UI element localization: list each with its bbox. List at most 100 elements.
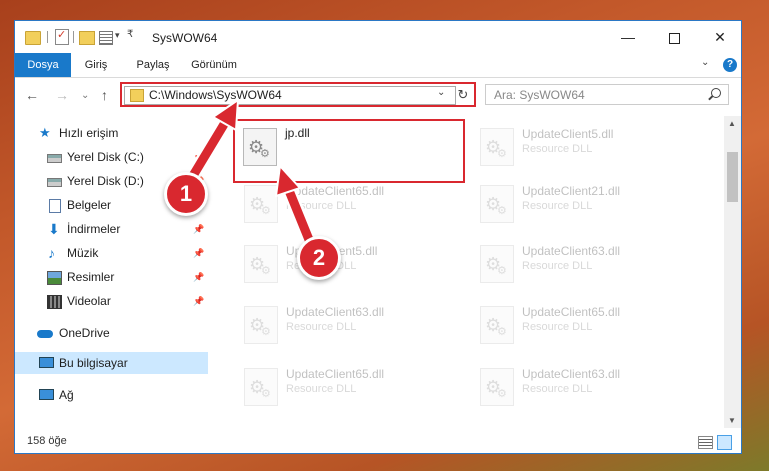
- sidebar-item-label: Belgeler: [67, 198, 112, 212]
- file-item[interactable]: UpdateClient63.dll Resource DLL: [472, 361, 700, 421]
- network-icon: [39, 389, 54, 400]
- file-item[interactable]: UpdateClient5.dll Resource DLL: [236, 238, 464, 298]
- file-type: Resource DLL: [286, 383, 357, 395]
- tab-file[interactable]: Dosya: [15, 53, 71, 77]
- search-icon[interactable]: [711, 88, 721, 98]
- file-type: Resource DLL: [286, 321, 357, 333]
- sidebar-item-quick-access[interactable]: ★ Hızlı erişim: [15, 122, 208, 144]
- ribbon-expand-icon[interactable]: ⌄: [701, 57, 709, 68]
- downloads-icon: ⬇: [48, 221, 60, 237]
- sidebar-item-label: İndirmeler: [67, 222, 121, 236]
- status-bar: 158 öğe: [15, 431, 741, 453]
- dll-file-icon: [480, 306, 514, 344]
- address-path[interactable]: C:\Windows\SysWOW64: [149, 88, 282, 102]
- dll-file-icon: [244, 185, 278, 223]
- tab-view[interactable]: Görünüm: [189, 53, 239, 77]
- explorer-window: ▾ ₹ SysWOW64 — ✕ Dosya Giriş Paylaş Görü…: [14, 20, 742, 454]
- sidebar-item-pictures[interactable]: Resimler 📌: [15, 266, 208, 288]
- sidebar-item-network[interactable]: Ağ: [15, 384, 208, 406]
- videos-icon: [47, 295, 62, 309]
- sidebar-item-label: Yerel Disk (D:): [67, 174, 144, 188]
- sidebar-item-music[interactable]: ♪ Müzik 📌: [15, 242, 208, 264]
- file-name: UpdateClient63.dll: [286, 305, 385, 319]
- up-button[interactable]: ↑: [101, 87, 108, 103]
- computer-icon: [39, 357, 54, 368]
- minimize-button[interactable]: —: [605, 21, 651, 53]
- step-2-callout: 2: [297, 236, 341, 280]
- star-icon: ★: [39, 125, 51, 140]
- sidebar-item-label: Resimler: [67, 270, 115, 284]
- cloud-icon: [37, 330, 53, 338]
- sidebar-item-label: Hızlı erişim: [59, 126, 119, 140]
- chevron-down-icon[interactable]: ⌄: [437, 87, 445, 98]
- sidebar-item-downloads[interactable]: ⬇ İndirmeler 📌: [15, 218, 208, 240]
- search-input[interactable]: Ara: SysWOW64: [485, 84, 729, 105]
- properties-icon[interactable]: [99, 31, 113, 45]
- music-icon: ♪: [48, 245, 55, 261]
- pin-icon[interactable]: 📌: [193, 146, 204, 168]
- file-item[interactable]: UpdateClient65.dll Resource DLL: [472, 299, 700, 359]
- maximize-button[interactable]: [651, 21, 697, 53]
- file-item[interactable]: UpdateClient5.dll Resource DLL: [472, 121, 700, 181]
- address-bar[interactable]: C:\Windows\SysWOW64 ⌄: [124, 86, 456, 105]
- scroll-down-icon[interactable]: ▼: [728, 416, 736, 425]
- file-name: jp.dll: [285, 126, 310, 140]
- tab-share[interactable]: Paylaş: [133, 53, 173, 77]
- sidebar-item-local-disk-c[interactable]: Yerel Disk (C:) 📌: [15, 146, 208, 168]
- file-item[interactable]: UpdateClient65.dll Resource DLL: [236, 361, 464, 421]
- ribbon-tabs: Dosya Giriş Paylaş Görünüm ⌄ ?: [15, 53, 741, 78]
- drive-icon: [47, 154, 62, 163]
- file-type: Resource DLL: [522, 321, 593, 333]
- dll-file-icon: [244, 245, 278, 283]
- documents-icon: [49, 199, 61, 213]
- new-folder-icon[interactable]: [79, 31, 95, 45]
- vertical-scrollbar[interactable]: ▲ ▼: [724, 116, 741, 428]
- chevron-down-icon[interactable]: ▾: [115, 30, 120, 46]
- file-item[interactable]: UpdateClient65.dll Resource DLL: [236, 178, 464, 238]
- window-title: SysWOW64: [152, 31, 218, 45]
- folder-icon: [25, 31, 41, 45]
- details-view-icon[interactable]: [698, 436, 713, 449]
- pin-icon[interactable]: 📌: [193, 242, 204, 264]
- sidebar-item-videos[interactable]: Videolar 📌: [15, 290, 208, 312]
- file-name: UpdateClient5.dll: [522, 127, 614, 141]
- search-placeholder: Ara: SysWOW64: [494, 88, 585, 102]
- dll-file-icon: [244, 368, 278, 406]
- file-type: Resource DLL: [522, 383, 593, 395]
- scroll-up-icon[interactable]: ▲: [728, 119, 736, 128]
- recent-locations-icon[interactable]: ⌄: [81, 90, 89, 101]
- large-icons-view-icon[interactable]: [717, 435, 732, 450]
- customize-toolbar-icon[interactable]: ₹: [127, 29, 133, 45]
- properties-check-icon[interactable]: [55, 28, 69, 45]
- file-item[interactable]: UpdateClient63.dll Resource DLL: [472, 238, 700, 298]
- tab-home[interactable]: Giriş: [81, 53, 111, 77]
- pin-icon[interactable]: 📌: [193, 266, 204, 288]
- forward-button[interactable]: →: [55, 87, 69, 103]
- file-name: UpdateClient65.dll: [286, 367, 385, 381]
- toolbar-separator: [73, 31, 74, 43]
- sidebar-item-label: Videolar: [67, 294, 111, 308]
- folder-icon: [130, 89, 144, 102]
- file-item[interactable]: UpdateClient21.dll Resource DLL: [472, 178, 700, 238]
- title-bar: ▾ ₹ SysWOW64 — ✕: [15, 21, 741, 53]
- dll-file-icon: [244, 306, 278, 344]
- pictures-icon: [47, 271, 62, 285]
- pin-icon[interactable]: 📌: [193, 218, 204, 240]
- pin-icon[interactable]: 📌: [193, 290, 204, 312]
- back-button[interactable]: ←: [25, 87, 39, 103]
- sidebar-item-onedrive[interactable]: OneDrive: [15, 322, 208, 344]
- dll-file-icon: [243, 128, 277, 166]
- file-name: UpdateClient21.dll: [522, 184, 621, 198]
- file-item[interactable]: UpdateClient63.dll Resource DLL: [236, 299, 464, 359]
- file-type: Resource DLL: [522, 200, 593, 212]
- drive-icon: [47, 178, 62, 187]
- close-button[interactable]: ✕: [697, 21, 743, 53]
- sidebar-item-label: Yerel Disk (C:): [67, 150, 144, 164]
- file-type: Resource DLL: [286, 200, 357, 212]
- help-icon[interactable]: ?: [723, 58, 737, 72]
- file-item-jp-dll[interactable]: jp.dll: [233, 119, 465, 183]
- scrollbar-thumb[interactable]: [727, 152, 738, 202]
- sidebar-item-this-pc[interactable]: Bu bilgisayar: [15, 352, 208, 374]
- refresh-button[interactable]: ↻: [454, 85, 472, 104]
- dll-file-icon: [480, 368, 514, 406]
